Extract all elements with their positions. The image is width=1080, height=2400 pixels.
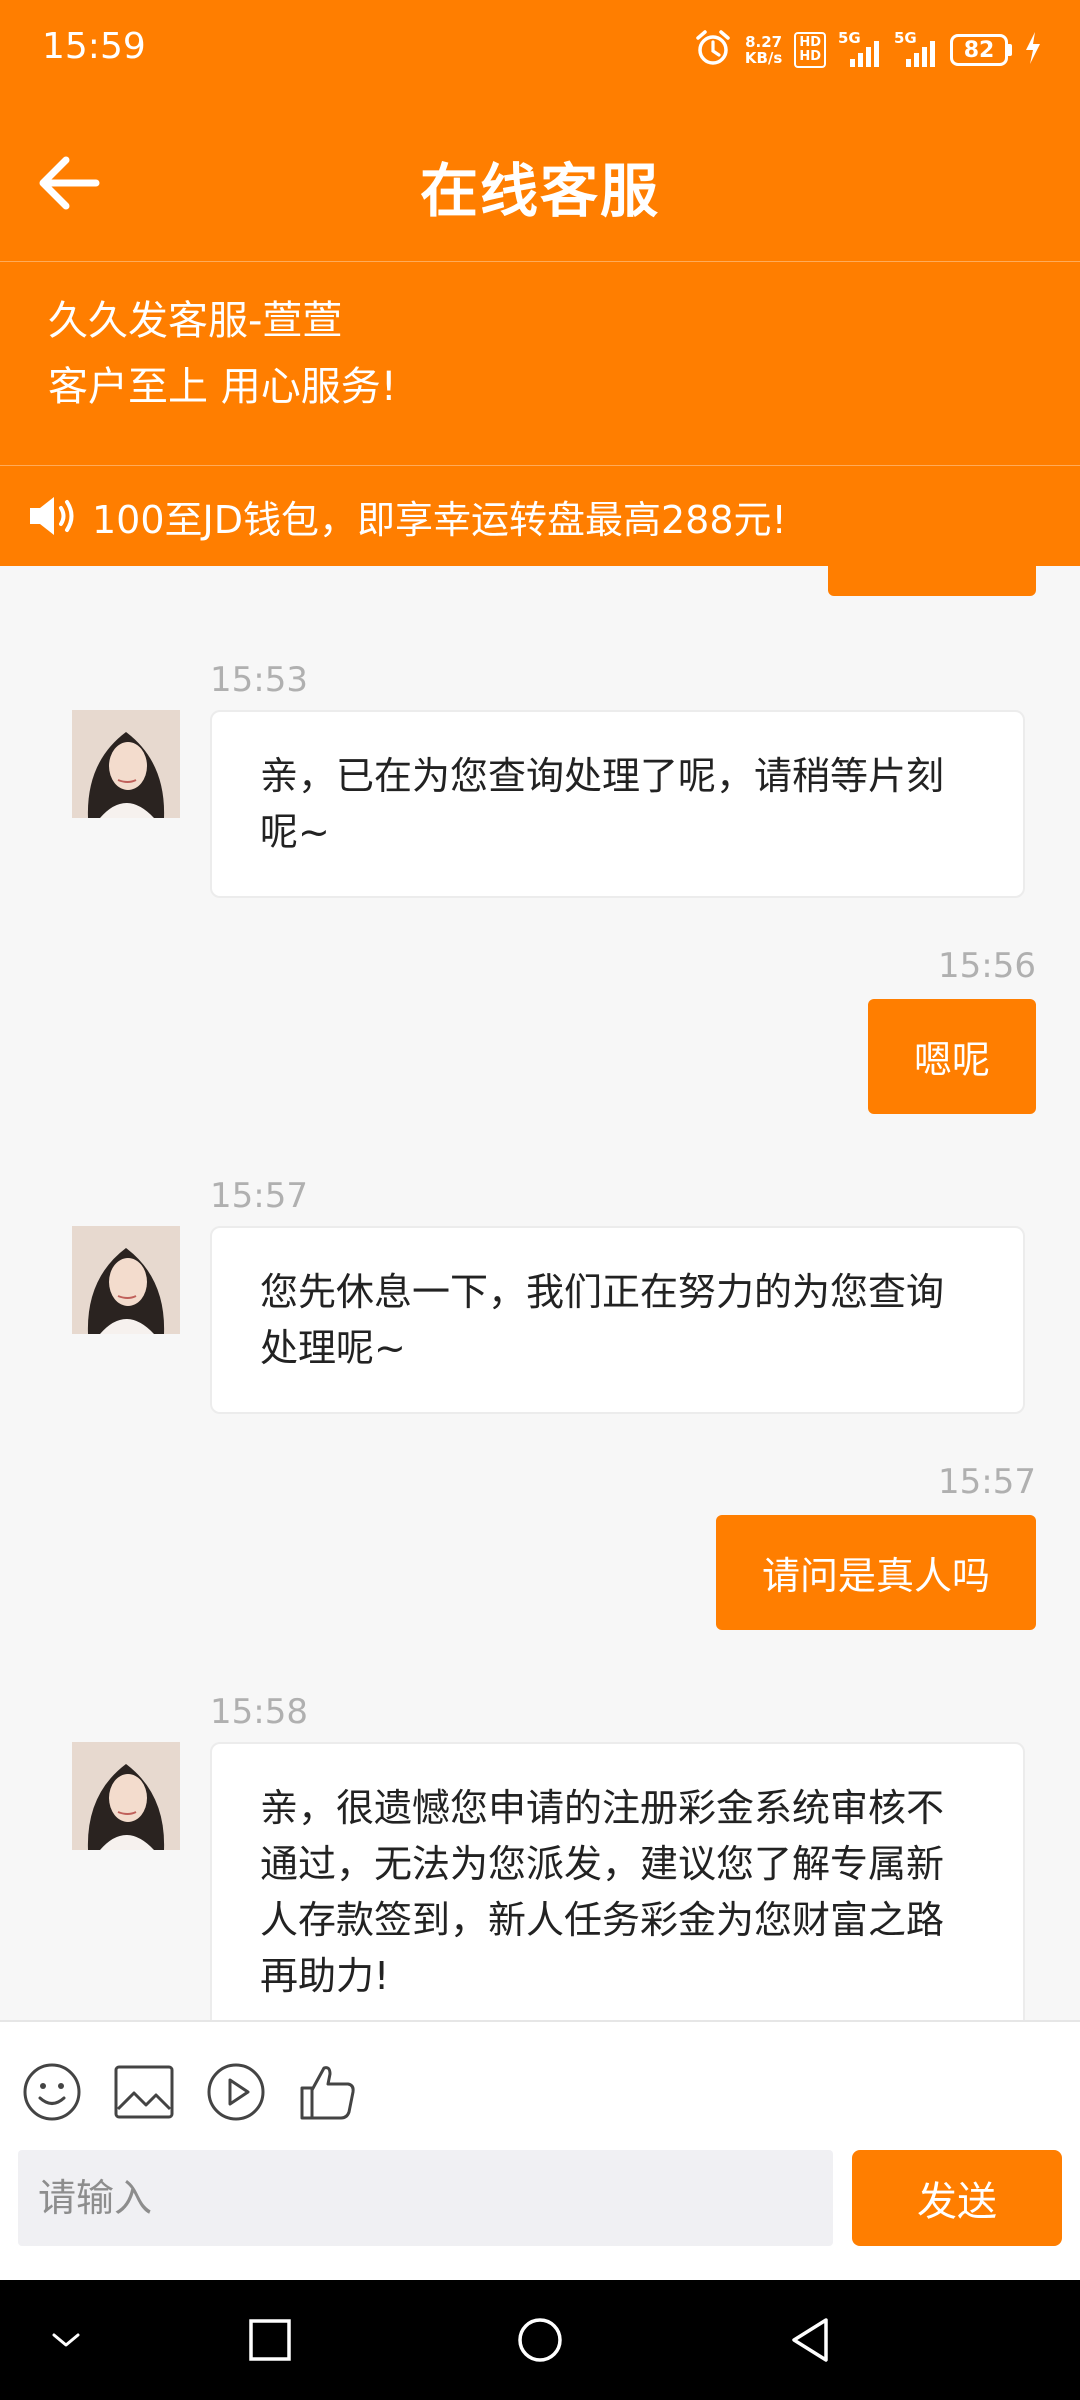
net-speed-unit: KB/s	[744, 49, 783, 67]
image-button[interactable]	[114, 2062, 174, 2122]
message-timestamp: 15:56	[938, 946, 1036, 986]
agent-avatar[interactable]	[72, 710, 180, 818]
message-timestamp: 15:57	[210, 1176, 308, 1216]
chevron-down-icon	[52, 2333, 80, 2347]
status-icons: 8.27 KB/s HD HD 5G 5G 82	[693, 22, 1042, 78]
notice-text: 100至JD钱包，即享幸运转盘最高288元!	[92, 497, 787, 542]
battery-level: 82	[950, 34, 1008, 66]
notice-banner[interactable]: 100至JD钱包，即享幸运转盘最高288元!	[0, 466, 1080, 566]
speaker-icon	[30, 497, 74, 535]
chat-area[interactable]: 15:53 亲，已在为您查询处理了呢，请稍等片刻呢~ 15:56 嗯呢 15:5…	[0, 566, 1080, 2020]
alarm-icon	[693, 28, 733, 72]
page-title: 在线客服	[419, 157, 660, 225]
battery-icon: 82	[950, 34, 1012, 66]
square-icon	[249, 2319, 291, 2361]
message-timestamp: 15:53	[210, 660, 308, 700]
nav-hide-button[interactable]	[36, 2310, 96, 2370]
agent-message-bubble: 亲，很遗憾您申请的注册彩金系统审核不通过，无法为您派发，建议您了解专属新人存款签…	[210, 1742, 1025, 2020]
message-timestamp: 15:58	[210, 1692, 308, 1732]
network-type-1: 5G	[838, 29, 861, 47]
network-type-2: 5G	[894, 29, 917, 47]
net-speed: 8.27 KB/s	[745, 34, 782, 66]
like-button[interactable]	[298, 2062, 358, 2122]
user-message-bubble: 请问是真人吗	[715, 1515, 1036, 1630]
status-time: 15:59	[42, 26, 146, 67]
image-icon	[114, 2065, 174, 2119]
status-bar: 15:59 8.27 KB/s HD HD 5G 5G 82	[0, 0, 1080, 100]
emoji-icon	[23, 2063, 81, 2121]
hd-icon: HD HD	[794, 32, 826, 68]
send-button[interactable]: 发送	[852, 2150, 1062, 2246]
emoji-button[interactable]	[22, 2062, 82, 2122]
system-nav-bar	[0, 2280, 1080, 2400]
agent-name: 久久发客服-萱萱	[48, 298, 343, 344]
nav-home-button[interactable]	[510, 2310, 570, 2370]
charging-icon	[1024, 32, 1042, 68]
circle-icon	[518, 2318, 562, 2362]
user-message-bubble-partial	[828, 566, 1036, 596]
signal-2-icon: 5G	[894, 29, 938, 67]
message-input[interactable]	[18, 2150, 833, 2246]
agent-avatar[interactable]	[72, 1226, 180, 1334]
agent-message-bubble: 亲，已在为您查询处理了呢，请稍等片刻呢~	[210, 710, 1025, 898]
video-icon	[207, 2063, 265, 2121]
header: 在线客服	[0, 100, 1080, 262]
net-speed-value: 8.27	[745, 33, 783, 51]
signal-1-icon: 5G	[838, 29, 882, 67]
triangle-back-icon	[792, 2318, 828, 2362]
message-timestamp: 15:57	[938, 1462, 1036, 1502]
agent-info: 久久发客服-萱萱 客户至上 用心服务!	[0, 262, 1080, 466]
input-toolbar	[22, 2062, 358, 2122]
agent-message-bubble: 您先休息一下，我们正在努力的为您查询处理呢~	[210, 1226, 1025, 1414]
nav-back-button[interactable]	[780, 2310, 840, 2370]
video-button[interactable]	[206, 2062, 266, 2122]
user-message-bubble: 嗯呢	[867, 999, 1036, 1114]
input-area: 发送	[0, 2020, 1080, 2280]
agent-motto: 客户至上 用心服务!	[48, 364, 397, 410]
agent-avatar[interactable]	[72, 1742, 180, 1850]
nav-recent-button[interactable]	[240, 2310, 300, 2370]
thumbs-up-icon	[300, 2066, 355, 2120]
